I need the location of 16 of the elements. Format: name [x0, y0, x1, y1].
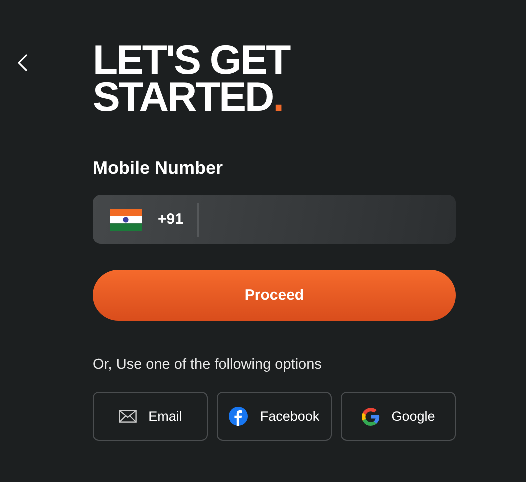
- country-code[interactable]: +91: [158, 211, 184, 228]
- google-g-icon: [362, 408, 380, 426]
- facebook-icon: [229, 407, 248, 426]
- flag-icon: [110, 208, 142, 230]
- title-line: LET'S GET: [93, 42, 290, 79]
- email-button[interactable]: Email: [93, 392, 208, 441]
- facebook-button[interactable]: Facebook: [217, 392, 332, 441]
- options-text: Or, Use one of the following options: [93, 357, 323, 373]
- back-button[interactable]: [16, 52, 30, 74]
- proceed-button[interactable]: Proceed: [93, 270, 456, 321]
- phone-input-field[interactable]: +91: [93, 195, 456, 244]
- title-line: STARTED.: [93, 79, 283, 116]
- envelope-icon: [118, 410, 137, 423]
- google-button[interactable]: Google: [341, 392, 456, 441]
- back-chevron-icon: [18, 54, 28, 72]
- field-label: Mobile Number: [93, 158, 224, 179]
